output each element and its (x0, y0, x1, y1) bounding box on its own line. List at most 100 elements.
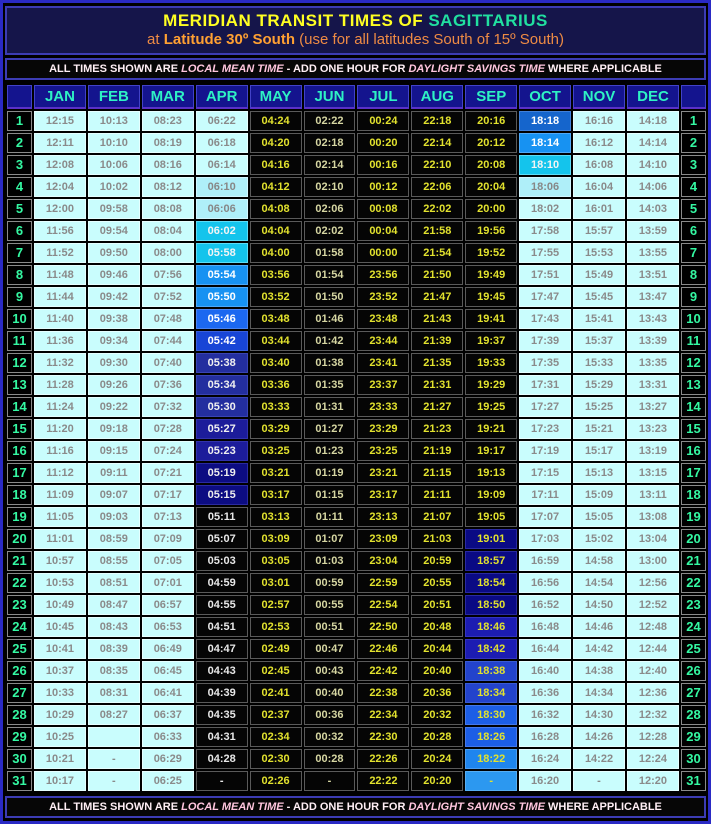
time-cell: 09:38 (88, 309, 140, 329)
time-cell: 04:35 (196, 705, 248, 725)
time-cell: 17:23 (519, 419, 571, 439)
day-number-right: 9 (681, 287, 706, 307)
time-cell: 17:39 (519, 331, 571, 351)
notice-text: ALL TIMES SHOWN ARE (49, 63, 181, 75)
time-cell: 16:16 (573, 111, 625, 131)
time-cell: 00:47 (304, 639, 356, 659)
time-cell: 11:01 (34, 529, 86, 549)
time-cell: - (573, 771, 625, 791)
time-cell: 09:22 (88, 397, 140, 417)
day-number-left: 22 (7, 573, 32, 593)
time-cell: 06:25 (142, 771, 194, 791)
time-cell: 23:41 (357, 353, 409, 373)
time-cell: 01:11 (304, 507, 356, 527)
time-cell: 06:57 (142, 595, 194, 615)
time-cell: 17:15 (519, 463, 571, 483)
page-title: MERIDIAN TRANSIT TIMES OF SAGITTARIUS (7, 11, 704, 31)
time-cell: 05:23 (196, 441, 248, 461)
time-cell: 12:44 (627, 639, 679, 659)
time-cell: 22:06 (411, 177, 463, 197)
time-cell: 08:31 (88, 683, 140, 703)
time-cell: 17:51 (519, 265, 571, 285)
day-number-left: 24 (7, 617, 32, 637)
time-cell: 23:29 (357, 419, 409, 439)
time-cell: 14:38 (573, 661, 625, 681)
time-cell: 11:40 (34, 309, 86, 329)
time-cell: 13:23 (627, 419, 679, 439)
time-cell: 00:59 (304, 573, 356, 593)
subtitle-suffix: (use for all latitudes South of 15º Sout… (295, 31, 564, 48)
time-cell: 07:48 (142, 309, 194, 329)
time-cell: 10:17 (34, 771, 86, 791)
day-number-left: 17 (7, 463, 32, 483)
time-cell: 19:09 (465, 485, 517, 505)
table-row: 2410:4508:4306:5304:5102:5300:5122:5020:… (7, 617, 706, 637)
time-cell: 17:55 (519, 243, 571, 263)
time-cell: 00:20 (357, 133, 409, 153)
time-cell: 11:52 (34, 243, 86, 263)
time-cell: 14:54 (573, 573, 625, 593)
table-row: 212:1110:1008:1906:1804:2002:1800:2022:1… (7, 133, 706, 153)
time-cell: 20:12 (465, 133, 517, 153)
time-cell: 15:09 (573, 485, 625, 505)
time-cell: 12:20 (627, 771, 679, 791)
time-cell: 17:03 (519, 529, 571, 549)
time-cell: 14:06 (627, 177, 679, 197)
time-cell: 11:28 (34, 375, 86, 395)
table-row: 2910:2506:3304:3102:3400:3222:3020:2818:… (7, 727, 706, 747)
time-cell: 04:28 (196, 749, 248, 769)
time-cell: 19:52 (465, 243, 517, 263)
notice-italic-dst: DAYLIGHT SAVINGS TIME (408, 801, 545, 813)
time-cell: 15:02 (573, 529, 625, 549)
time-cell: 00:43 (304, 661, 356, 681)
day-number-right: 10 (681, 309, 706, 329)
time-cell: 00:36 (304, 705, 356, 725)
time-cell: 08:23 (142, 111, 194, 131)
time-cell: 05:50 (196, 287, 248, 307)
table-row: 1511:2009:1807:2805:2703:2901:2723:2921:… (7, 419, 706, 439)
notice-bar-top: ALL TIMES SHOWN ARE LOCAL MEAN TIME - AD… (5, 58, 706, 80)
time-cell: 16:24 (519, 749, 571, 769)
time-cell: 21:54 (411, 243, 463, 263)
time-cell: 13:19 (627, 441, 679, 461)
time-cell: 17:07 (519, 507, 571, 527)
day-number-right: 31 (681, 771, 706, 791)
constellation-name: SAGITTARIUS (428, 11, 547, 30)
time-cell: 21:11 (411, 485, 463, 505)
time-cell: 01:15 (304, 485, 356, 505)
time-cell: - (196, 771, 248, 791)
day-number-left: 25 (7, 639, 32, 659)
time-cell: 14:46 (573, 617, 625, 637)
time-cell: 01:27 (304, 419, 356, 439)
month-header-mar: MAR (142, 85, 194, 109)
time-cell: 10:33 (34, 683, 86, 703)
time-cell: 12:36 (627, 683, 679, 703)
table-row: 1611:1609:1507:2405:2303:2501:2323:2521:… (7, 441, 706, 461)
notice-text: ALL TIMES SHOWN ARE (49, 801, 181, 813)
time-cell: 05:34 (196, 375, 248, 395)
month-header-dec: DEC (627, 85, 679, 109)
time-cell: 16:40 (519, 661, 571, 681)
time-cell: 16:36 (519, 683, 571, 703)
time-cell: 20:51 (411, 595, 463, 615)
day-number-left: 11 (7, 331, 32, 351)
table-row: 711:5209:5008:0005:5804:0001:5800:0021:5… (7, 243, 706, 263)
time-cell: 02:10 (304, 177, 356, 197)
time-cell: 06:22 (196, 111, 248, 131)
time-cell: 20:32 (411, 705, 463, 725)
time-cell: 08:47 (88, 595, 140, 615)
time-cell: 11:56 (34, 221, 86, 241)
time-cell: 08:04 (142, 221, 194, 241)
time-cell: 19:49 (465, 265, 517, 285)
time-cell: 10:29 (34, 705, 86, 725)
time-cell: 10:53 (34, 573, 86, 593)
time-cell: 06:02 (196, 221, 248, 241)
time-cell: 13:08 (627, 507, 679, 527)
table-row: 811:4809:4607:5605:5403:5601:5423:5621:5… (7, 265, 706, 285)
time-cell: 15:57 (573, 221, 625, 241)
time-cell: 17:31 (519, 375, 571, 395)
time-cell: 14:03 (627, 199, 679, 219)
time-cell: 04:20 (250, 133, 302, 153)
time-cell: 19:25 (465, 397, 517, 417)
time-cell: 16:20 (519, 771, 571, 791)
